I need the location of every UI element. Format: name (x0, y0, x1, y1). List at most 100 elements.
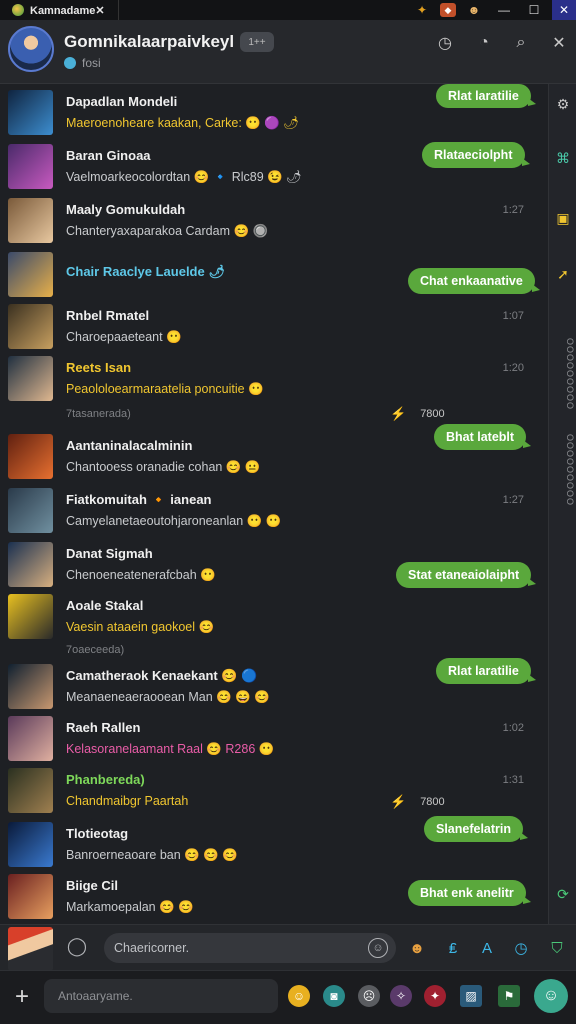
chat-bubble[interactable]: Rlat laratilie (436, 658, 536, 684)
text-format-icon[interactable]: A (476, 937, 498, 959)
chat-name: Phanbereda) (66, 772, 145, 787)
chat-bubble[interactable]: Bhat enk anelitr (408, 880, 531, 906)
chat-row[interactable]: Reets Isan Peaololoearmaraatelia poncuit… (0, 354, 548, 406)
chat-row[interactable]: Aantaninalacalminin Chantooess oranadie … (0, 424, 548, 484)
clock-icon[interactable]: ◷ (434, 32, 456, 54)
arrow-icon[interactable]: ➚ (553, 264, 573, 284)
group-avatar[interactable] (8, 26, 54, 72)
rail-label-bottom: OOOOOOOOO (565, 434, 575, 507)
system-row: 7tasanerada) (66, 408, 131, 420)
search-field[interactable]: Antoaaryame. (44, 979, 278, 1013)
link-icon[interactable]: ₤ (442, 937, 464, 959)
chat-row[interactable]: Danat Sigmah Chenoeneatenerafcbah 😶 Stat… (0, 540, 548, 592)
chat-name: Maaly Gomukuldah (66, 202, 186, 217)
square-icon[interactable]: ▣ (553, 208, 573, 228)
chat-time: 1:02 (502, 722, 524, 734)
window-controls: ✦ ◆ ☻ — ☐ ✕ (404, 0, 576, 20)
gift-icon[interactable]: ⚑ (498, 985, 520, 1007)
user-icon[interactable]: ☺ (534, 979, 568, 1013)
sticker-icon[interactable]: ☹ (358, 985, 380, 1007)
profile-icon[interactable]: ☻ (462, 0, 486, 20)
smile-icon[interactable]: ☺ (288, 985, 310, 1007)
member-count-chip[interactable]: 1++ (240, 32, 274, 52)
chat-row[interactable]: Fiatkomuitah 🔸 ianean Camyelanetaeoutohj… (0, 486, 548, 538)
chat-row[interactable]: Camatheraok Kenaekant 😊 🔵 Meanaeneaeraoo… (0, 658, 548, 714)
chat-name: Baran Ginoaa (66, 148, 151, 163)
group-subtitle: fosi (64, 56, 101, 70)
chat-bubble[interactable]: Rlataeciolpht (422, 142, 529, 168)
chat-row[interactable]: Dapadlan Mondeli Maeroenoheare kaakan, C… (0, 84, 548, 140)
avatar (8, 144, 53, 189)
app-logo-icon (12, 4, 24, 16)
close-icon[interactable]: ✕ (552, 0, 576, 20)
close-panel-icon[interactable]: ✕ (548, 32, 570, 54)
chat-row[interactable]: Baran Ginoaa Vaelmoarkeocolordtan 😊 🔹 Rl… (0, 142, 548, 194)
message-input[interactable]: Chaericorner. ☺ (104, 933, 396, 963)
speech-bubble-icon[interactable]: ◯ (66, 935, 88, 957)
chat-row[interactable]: Biige Cil Markamoepalan 😊 😊 Bhat enk ane… (0, 872, 548, 924)
chat-row[interactable]: Chair Raaclye Lauelde 🌶 Chat enkaanative (0, 250, 548, 302)
chat-name: Biige Cil (66, 878, 119, 893)
timer-icon[interactable]: ◷ (510, 937, 532, 959)
image-icon[interactable]: ▨ (460, 985, 482, 1007)
settings-icon[interactable]: ⚙ (553, 94, 573, 114)
message-input-placeholder: Chaericorner. (114, 941, 190, 955)
chat-bubble[interactable]: Chat enkaanative (408, 268, 540, 294)
camera-icon[interactable]: ◙ (323, 985, 345, 1007)
chat-row[interactable]: Tlotieotag Banroerneaoare ban 😊 😊 😊 Slan… (0, 816, 548, 872)
app-badge-icon[interactable]: ◆ (440, 3, 456, 17)
spark-icon[interactable]: ✧ (390, 985, 412, 1007)
star-icon[interactable]: ✦ (424, 985, 446, 1007)
avatar (8, 594, 53, 639)
avatar (8, 768, 53, 813)
online-dot-icon (64, 57, 76, 69)
chat-preview: Vaesin ataaein gaokoel 😊 (66, 620, 215, 634)
system-row: 7oaeceeda) (66, 644, 125, 656)
bolt-icon: ⚡ (390, 794, 407, 809)
chat-bubble[interactable]: Stat etaneaiolaipht (396, 562, 537, 588)
chat-preview: Markamoepalan 😊 😊 (66, 900, 194, 914)
chat-name: Chair Raaclye Lauelde 🌶 (66, 264, 225, 279)
history-icon[interactable]: ◔ (473, 32, 495, 54)
reaction-icon[interactable]: ☻ (406, 937, 428, 959)
avatar (8, 356, 53, 401)
system-row-right: ⚡ 7800 (390, 406, 445, 422)
avatar (8, 716, 53, 761)
avatar (8, 542, 53, 587)
system-row-right: ⚡ 7800 (390, 794, 445, 810)
chat-name: Camatheraok Kenaekant 😊 🔵 (66, 668, 258, 683)
chat-preview: Chantooess oranadie cohan 😊 😐 (66, 460, 261, 474)
chat-time: 1:20 (502, 362, 524, 374)
composer-bar: ◯ Chaericorner. ☺ ☻ ₤ A ◷ ⛉ (0, 924, 576, 971)
chat-time: 1:27 (502, 494, 524, 506)
chat-row[interactable]: Raeh Rallen Kelasoranelaamant Raal 😊 R28… (0, 714, 548, 766)
chat-name: Aoale Stakal (66, 598, 144, 613)
shield-icon[interactable]: ⛉ (546, 937, 568, 959)
chat-name: Dapadlan Mondeli (66, 94, 178, 109)
maximize-icon[interactable]: ☐ (522, 0, 546, 20)
window-titlebar: Kamnadame✕ ✦ ◆ ☻ — ☐ ✕ (0, 0, 576, 20)
chat-name: Danat Sigmah (66, 546, 153, 561)
chat-time: 1:27 (502, 204, 524, 216)
refresh-icon[interactable]: ⟳ (553, 884, 573, 904)
add-icon[interactable]: + (8, 983, 36, 1011)
chat-row[interactable]: Aoale Stakal Vaesin ataaein gaokoel 😊 (0, 592, 548, 644)
avatar (8, 252, 53, 297)
chat-row[interactable]: Maaly Gomukuldah Chanteryaxaparakoa Card… (0, 196, 548, 248)
minimize-icon[interactable]: — (492, 0, 516, 20)
pin-icon[interactable]: ✦ (410, 0, 434, 20)
titlebar-divider (118, 0, 119, 20)
chat-row[interactable]: Phanbereda) Chandmaibgr Paartah 1:31 (0, 766, 548, 818)
chat-row[interactable]: Rnbel Rmatel Charoepaaeteant 😶 1:07 (0, 302, 548, 354)
search-icon[interactable]: ⌕ (510, 32, 532, 54)
chat-bubble[interactable]: Bhat lateblt (434, 424, 532, 450)
avatar (8, 822, 53, 867)
chat-name: Tlotieotag (66, 826, 129, 841)
game-controller-icon[interactable]: ⌘ (553, 148, 573, 168)
group-title[interactable]: Gomnikalaarpaivkeyl (64, 32, 234, 52)
chat-bubble[interactable]: Rlat laratilie (436, 84, 536, 108)
emoji-icon[interactable]: ☺ (368, 938, 388, 958)
chat-bubble[interactable]: Slanefelatrin (424, 816, 529, 842)
window-title: Kamnadame✕ (30, 4, 105, 17)
chat-preview: Maeroenoheare kaakan, Carke: 😶 🟣 🌶 (66, 116, 300, 130)
